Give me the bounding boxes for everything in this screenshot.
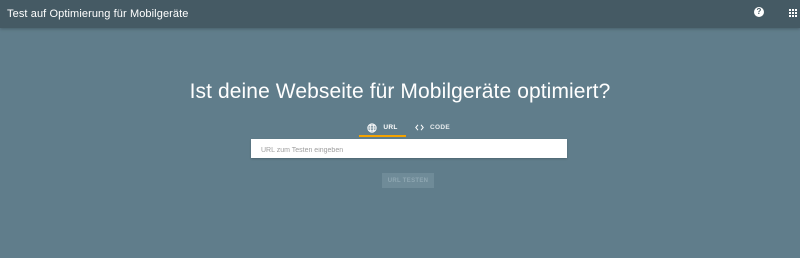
app-header: Test auf Optimierung für Mobilgeräte ? xyxy=(0,0,800,28)
app-title: Test auf Optimierung für Mobilgeräte xyxy=(7,8,189,20)
test-url-button[interactable]: URL TESTEN xyxy=(382,173,434,188)
globe-icon xyxy=(367,122,378,133)
tab-code-label: CODE xyxy=(430,124,450,131)
page-headline: Ist deine Webseite für Mobilgeräte optim… xyxy=(189,80,611,103)
tab-code[interactable]: CODE xyxy=(410,118,455,137)
help-icon[interactable]: ? xyxy=(754,7,764,17)
tab-url-label: URL xyxy=(383,124,398,131)
apps-grid-icon[interactable] xyxy=(789,9,797,17)
url-input-container xyxy=(251,139,567,160)
url-input[interactable] xyxy=(251,141,567,160)
code-brackets-icon xyxy=(415,124,424,131)
active-tab-indicator xyxy=(359,135,406,137)
